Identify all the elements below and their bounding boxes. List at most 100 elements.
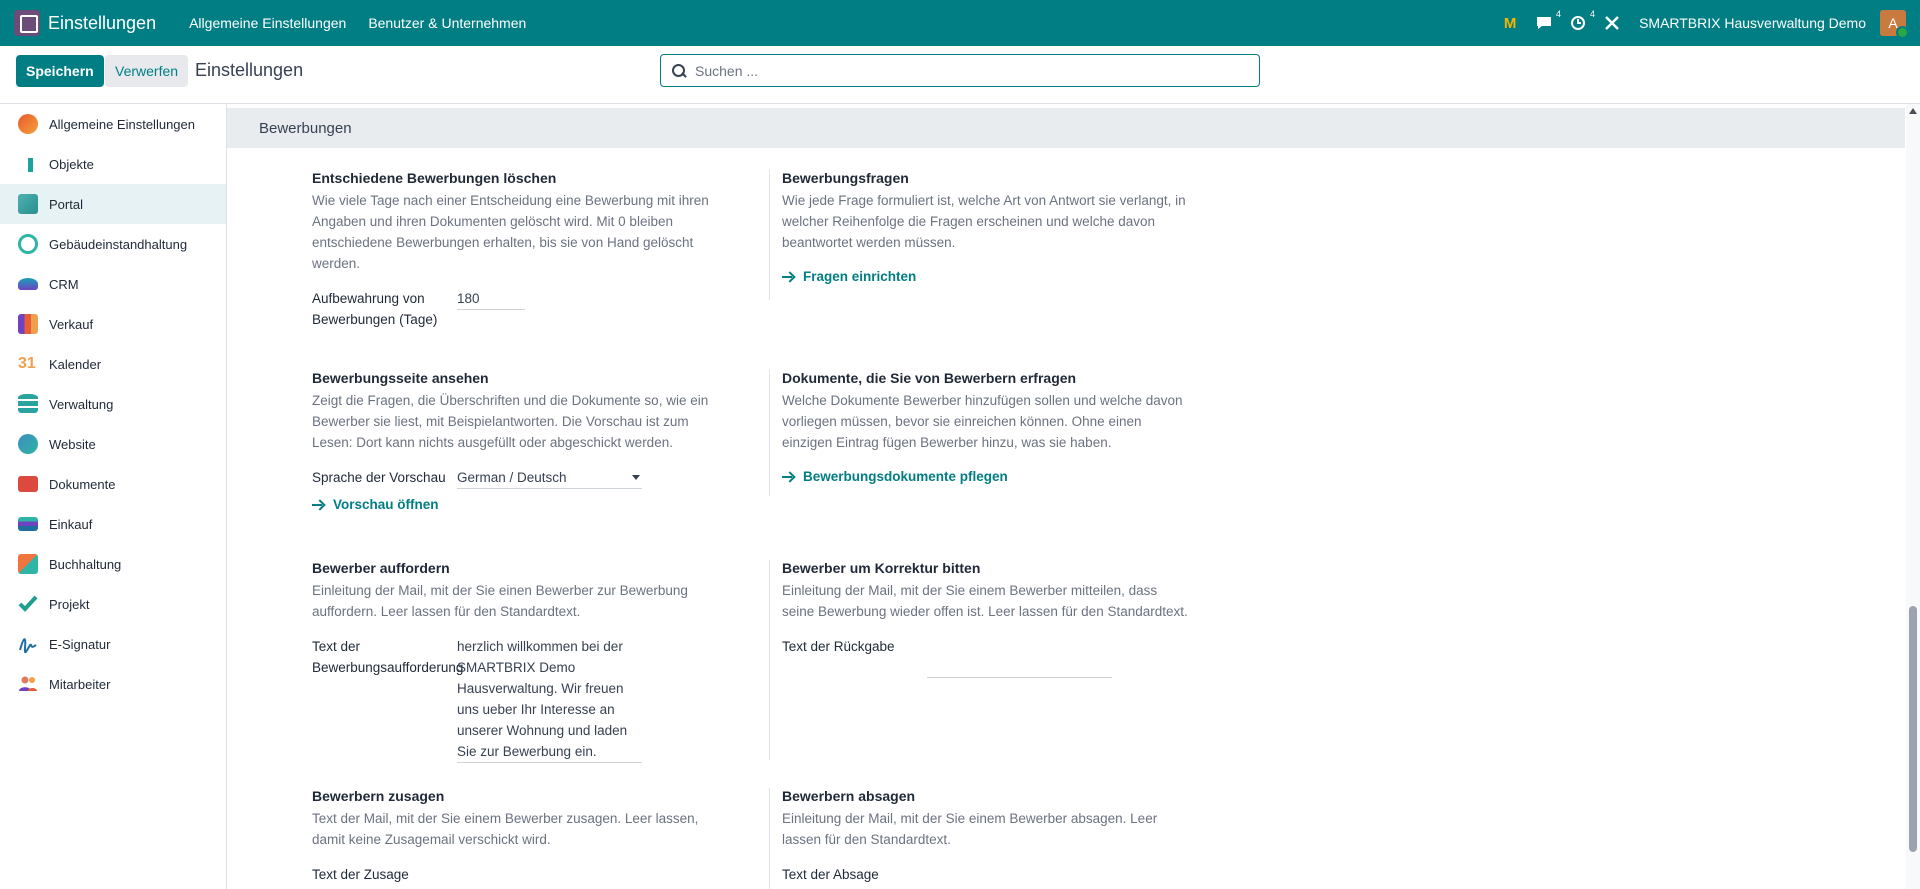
sidebar-item-crm[interactable]: CRM <box>0 264 226 304</box>
purchase-icon <box>18 517 38 531</box>
setting-description: Einleitung der Mail, mit der Sie einen B… <box>312 583 688 619</box>
content-scrollbar[interactable] <box>1906 104 1920 889</box>
return-text-input[interactable] <box>927 656 1112 678</box>
setting-description: Einleitung der Mail, mit der Sie einem B… <box>782 811 1158 847</box>
sidebar-item-buchhaltung[interactable]: Buchhaltung <box>0 544 226 584</box>
company-switcher[interactable]: SMARTBRIX Hausverwaltung Demo <box>1639 15 1866 31</box>
preview-language-select[interactable]: German / Deutsch <box>457 467 642 489</box>
sidebar-item-portal[interactable]: Portal <box>0 184 226 224</box>
setting-preview-application-page: Bewerbungsseite ansehen Zeigt die Fragen… <box>312 370 732 512</box>
sidebar-item-label: E-Signatur <box>49 636 111 652</box>
clock-icon[interactable]: 4 <box>1567 9 1595 34</box>
setting-application-questions: Bewerbungsfragen Wie jede Frage formulie… <box>769 170 1189 300</box>
retention-days-label: Aufbewahrung von Bewerbungen (Tage) <box>312 291 438 327</box>
scroll-up-arrow-icon[interactable] <box>1909 108 1917 114</box>
control-bar: Speichern Verwerfen Einstellungen <box>0 46 1920 104</box>
sidebar-item-label: Website <box>49 436 96 452</box>
sidebar-item-kalender[interactable]: 31 Kalender <box>0 344 226 384</box>
setup-questions-link[interactable]: Fragen einrichten <box>782 269 1189 284</box>
menu-general-settings[interactable]: Allgemeine Einstellungen <box>178 15 357 31</box>
app-name: Einstellungen <box>48 12 157 33</box>
sidebar-item-label: Objekte <box>49 156 94 172</box>
top-navbar: Einstellungen Allgemeine Einstellungen B… <box>0 0 1920 46</box>
setting-description: Text der Mail, mit der Sie einem Bewerbe… <box>312 811 699 847</box>
sidebar-item-general-settings[interactable]: Allgemeine Einstellungen <box>0 104 226 144</box>
sidebar-item-label: Portal <box>49 196 83 212</box>
setting-accept-applicant: Bewerbern zusagen Text der Mail, mit der… <box>312 788 732 885</box>
m-logo-icon[interactable]: M <box>1499 12 1521 34</box>
return-text-label: Text der Rückgabe <box>782 639 895 654</box>
sidebar-item-einkauf[interactable]: Einkauf <box>0 504 226 544</box>
search-input[interactable] <box>695 62 1235 79</box>
setting-requested-documents: Dokumente, die Sie von Bewerbern erfrage… <box>769 370 1189 496</box>
signature-icon <box>18 634 38 654</box>
link-label: Bewerbungsdokumente pflegen <box>803 469 1008 484</box>
section-title: Bewerbungen <box>227 108 1905 148</box>
sidebar-item-verkauf[interactable]: Verkauf <box>0 304 226 344</box>
settings-app-icon <box>14 10 40 36</box>
sidebar-item-label: Verwaltung <box>49 396 114 412</box>
sidebar-item-label: Buchhaltung <box>49 556 122 572</box>
retention-days-input[interactable]: 180 <box>457 288 525 310</box>
sidebar-item-objekte[interactable]: Objekte <box>0 144 226 184</box>
setting-description: Einleitung der Mail, mit der Sie einem B… <box>782 583 1188 619</box>
setting-title: Bewerbern zusagen <box>312 788 445 804</box>
menu-users-companies[interactable]: Benutzer & Unternehmen <box>357 15 537 31</box>
settings-sidebar: Allgemeine Einstellungen Objekte Portal … <box>0 104 227 889</box>
project-check-icon <box>18 594 38 614</box>
objekte-icon <box>18 154 38 174</box>
arrow-right-icon <box>782 271 794 283</box>
setting-description: Wie jede Frage formuliert ist, welche Ar… <box>782 193 1186 250</box>
sales-icon <box>18 314 38 334</box>
sidebar-item-projekt[interactable]: Projekt <box>0 584 226 624</box>
sidebar-item-mitarbeiter[interactable]: Mitarbeiter <box>0 664 226 704</box>
setting-title: Bewerbungsfragen <box>782 170 909 186</box>
invite-text-label: Text der Bewerbungsaufforderung <box>312 639 464 675</box>
setting-reject-applicant: Bewerbern absagen Einleitung der Mail, m… <box>769 788 1189 889</box>
activities-badge: 4 <box>1590 9 1596 19</box>
setting-title: Bewerber auffordern <box>312 560 450 576</box>
save-button[interactable]: Speichern <box>16 55 104 87</box>
search-box[interactable] <box>660 54 1260 87</box>
sidebar-item-verwaltung[interactable]: Verwaltung <box>0 384 226 424</box>
sidebar-item-label: Mitarbeiter <box>49 676 111 692</box>
setting-invite-applicant: Bewerber auffordern Einleitung der Mail,… <box>312 560 732 763</box>
sidebar-item-label: Einkauf <box>49 516 93 532</box>
database-icon <box>18 394 38 414</box>
open-preview-link[interactable]: Vorschau öffnen <box>312 497 732 512</box>
reject-text-label: Text der Absage <box>782 867 879 882</box>
sidebar-item-label: Projekt <box>49 596 90 612</box>
invite-text-input[interactable]: herzlich willkommen bei der SMARTBRIX De… <box>457 636 642 763</box>
user-avatar[interactable]: A <box>1880 10 1909 39</box>
setting-description: Wie viele Tage nach einer Entscheidung e… <box>312 193 709 271</box>
employees-icon <box>18 674 38 694</box>
sidebar-item-e-signatur[interactable]: E-Signatur <box>0 624 226 664</box>
accept-text-label: Text der Zusage <box>312 867 409 882</box>
setting-title: Bewerber um Korrektur bitten <box>782 560 981 576</box>
search-icon <box>671 63 687 79</box>
sidebar-item-dokumente[interactable]: Dokumente <box>0 464 226 504</box>
manage-documents-link[interactable]: Bewerbungsdokumente pflegen <box>782 469 1189 484</box>
sidebar-item-label: Verkauf <box>49 316 94 332</box>
chat-icon[interactable]: 4 <box>1533 9 1561 34</box>
discard-button[interactable]: Verwerfen <box>105 55 189 87</box>
arrow-right-icon <box>782 471 794 483</box>
general-settings-icon <box>18 114 38 134</box>
sidebar-item-label: Gebäudeinstandhaltung <box>49 236 188 252</box>
sidebar-item-label: Kalender <box>49 356 102 372</box>
sidebar-item-label: Dokumente <box>49 476 116 492</box>
website-icon <box>18 434 38 454</box>
preview-language-label: Sprache der Vorschau <box>312 470 446 485</box>
app-home[interactable]: Einstellungen <box>14 10 156 36</box>
tools-icon[interactable] <box>1601 12 1623 34</box>
scroll-thumb[interactable] <box>1909 606 1917 852</box>
folder-icon <box>18 476 38 492</box>
setting-delete-applications: Entschiedene Bewerbungen löschen Wie vie… <box>312 170 732 330</box>
calendar-icon: 31 <box>18 355 36 372</box>
sidebar-item-website[interactable]: Website <box>0 424 226 464</box>
link-label: Fragen einrichten <box>803 269 917 284</box>
link-label: Vorschau öffnen <box>333 497 439 512</box>
sidebar-item-gebaeudeinstandhaltung[interactable]: Gebäudeinstandhaltung <box>0 224 226 264</box>
page-title: Einstellungen <box>195 60 304 80</box>
setting-description: Zeigt die Fragen, die Überschriften und … <box>312 393 709 450</box>
